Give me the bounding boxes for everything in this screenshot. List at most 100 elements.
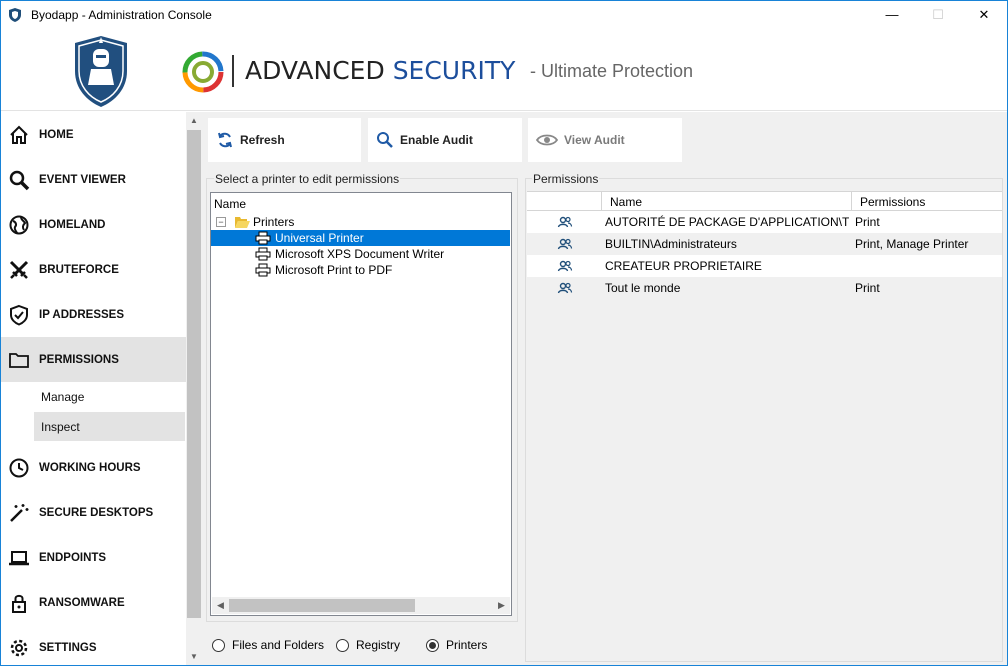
user-group-icon bbox=[557, 238, 573, 250]
globe-icon bbox=[9, 215, 29, 234]
enable-audit-button-label: Enable Audit bbox=[400, 133, 473, 147]
app-header: ADVANCED SECURITY - Ultimate Protection bbox=[1, 28, 1007, 111]
tree-item-label: Universal Printer bbox=[275, 231, 364, 245]
table-row[interactable]: BUILTIN\Administrateurs Print, Manage Pr… bbox=[527, 233, 1002, 255]
radio-label: Registry bbox=[356, 638, 401, 652]
row-name: BUILTIN\Administrateurs bbox=[605, 237, 737, 251]
sidebar-item-label: IP ADDRESSES bbox=[39, 308, 124, 321]
brand-name-advanced: ADVANCED bbox=[245, 56, 385, 85]
sidebar-item-home[interactable]: HOME bbox=[1, 112, 186, 157]
tree-scroll-thumb[interactable] bbox=[229, 599, 415, 612]
eye-icon bbox=[536, 134, 558, 146]
enable-audit-button[interactable]: Enable Audit bbox=[368, 118, 522, 162]
sidebar-item-label: SECURE DESKTOPS bbox=[39, 506, 154, 519]
brand-tagline: - Ultimate Protection bbox=[530, 61, 694, 81]
sidebar-item-label: BRUTEFORCE bbox=[39, 263, 119, 276]
permissions-table: Name Permissions AUTORITÉ DE PACKAGE D'A… bbox=[527, 191, 1002, 661]
sidebar-item-bruteforce[interactable]: BRUTEFORCE bbox=[1, 247, 186, 292]
radio-label: Files and Folders bbox=[232, 638, 325, 652]
tree-root-printers[interactable]: − Printers bbox=[216, 214, 294, 230]
permissions-group-label: Permissions bbox=[532, 172, 600, 186]
table-row[interactable]: Tout le monde Print bbox=[527, 277, 1002, 299]
app-window: Byodapp - Administration Console — ☐ ✕ A… bbox=[0, 0, 1008, 666]
laptop-icon bbox=[9, 550, 29, 565]
tree-root-label: Printers bbox=[253, 215, 295, 229]
sidebar-item-homeland[interactable]: HOMELAND bbox=[1, 202, 186, 247]
row-name: AUTORITÉ DE PACKAGE D'APPLICATION\TOUS L… bbox=[605, 215, 849, 229]
search-icon bbox=[9, 170, 30, 190]
radio-label: Printers bbox=[446, 638, 488, 652]
radio-printers[interactable]: Printers bbox=[426, 638, 487, 652]
row-permissions bbox=[855, 255, 1002, 277]
scroll-up-arrow-icon[interactable]: ▲ bbox=[186, 112, 202, 129]
sidebar-subitem-label: Manage bbox=[41, 389, 85, 404]
lock-icon bbox=[12, 594, 26, 613]
scroll-left-arrow-icon[interactable]: ◀ bbox=[212, 597, 229, 614]
sidebar-item-label: RANSOMWARE bbox=[39, 596, 125, 609]
printer-icon bbox=[255, 247, 271, 261]
main-content: Refresh Enable Audit View Audit Select a… bbox=[202, 112, 1007, 665]
tree-item-universal-printer[interactable]: Universal Printer bbox=[211, 230, 510, 246]
radio-circle[interactable] bbox=[336, 638, 349, 652]
sidebar-item-secure-desktops[interactable]: SECURE DESKTOPS bbox=[1, 490, 186, 535]
sidebar-item-ip-addresses[interactable]: IP ADDRESSES bbox=[1, 292, 186, 337]
user-group-icon bbox=[557, 282, 573, 294]
view-audit-button-label: View Audit bbox=[564, 133, 625, 147]
radio-circle[interactable] bbox=[212, 638, 225, 652]
brand-divider bbox=[232, 55, 234, 87]
sidebar-item-label: HOMELAND bbox=[39, 218, 106, 231]
sidebar-item-working-hours[interactable]: WORKING HOURS bbox=[1, 445, 186, 490]
close-button[interactable]: ✕ bbox=[961, 1, 1007, 28]
minimize-button[interactable]: — bbox=[869, 1, 915, 28]
row-permissions: Print bbox=[855, 281, 880, 295]
radio-registry[interactable]: Registry bbox=[336, 638, 400, 652]
table-row[interactable]: CREATEUR PROPRIETAIRE bbox=[527, 255, 1002, 277]
sidebar-item-label: ENDPOINTS bbox=[39, 551, 107, 564]
view-audit-button[interactable]: View Audit bbox=[528, 118, 682, 162]
row-permissions: Print, Manage Printer bbox=[855, 237, 969, 251]
tree-column-header: Name bbox=[214, 197, 247, 211]
row-name: CREATEUR PROPRIETAIRE bbox=[605, 259, 762, 273]
printer-icon bbox=[255, 263, 271, 277]
magic-wand-icon bbox=[10, 503, 29, 522]
sidebar-item-ransomware[interactable]: RANSOMWARE bbox=[1, 580, 186, 625]
radio-dot bbox=[429, 641, 436, 649]
tree-horizontal-scrollbar[interactable]: ◀ ▶ bbox=[212, 597, 510, 614]
title-bar: Byodapp - Administration Console — ☐ ✕ bbox=[1, 1, 1007, 28]
printer-tree[interactable]: Name − Printers Universal Printer Micros… bbox=[210, 192, 512, 616]
sidebar-item-event-viewer[interactable]: EVENT VIEWER bbox=[1, 157, 186, 202]
clock-icon bbox=[9, 458, 29, 477]
column-header-permissions[interactable]: Permissions bbox=[851, 192, 1002, 211]
printer-icon bbox=[255, 231, 271, 245]
sidebar-scroll-thumb[interactable] bbox=[187, 130, 201, 618]
sidebar-item-label: PERMISSIONS bbox=[39, 353, 119, 366]
refresh-button[interactable]: Refresh bbox=[208, 118, 361, 162]
column-header-name[interactable]: Name bbox=[601, 192, 851, 211]
sidebar-nav: HOME EVENT VIEWER HOMELAND BRUTEFORCE IP… bbox=[1, 112, 186, 665]
row-name: Tout le monde bbox=[605, 281, 681, 295]
refresh-button-label: Refresh bbox=[240, 133, 285, 147]
sidebar-item-endpoints[interactable]: ENDPOINTS bbox=[1, 535, 186, 580]
app-shield-icon bbox=[9, 7, 21, 22]
table-row[interactable]: AUTORITÉ DE PACKAGE D'APPLICATION\TOUS L… bbox=[527, 211, 1002, 233]
tree-item-microsoft-print-to-pdf[interactable]: Microsoft Print to PDF bbox=[255, 262, 392, 278]
scroll-down-arrow-icon[interactable]: ▼ bbox=[186, 648, 202, 665]
sidebar-subitem-manage[interactable]: Manage bbox=[34, 382, 185, 411]
maximize-button[interactable]: ☐ bbox=[915, 1, 961, 28]
sidebar-subitem-inspect[interactable]: Inspect bbox=[34, 412, 185, 441]
scroll-right-arrow-icon[interactable]: ▶ bbox=[493, 597, 510, 614]
sidebar-item-label: EVENT VIEWER bbox=[39, 173, 126, 186]
collapse-toggle-icon[interactable]: − bbox=[216, 217, 226, 227]
tree-item-label: Microsoft XPS Document Writer bbox=[275, 247, 445, 261]
sidebar-scrollbar[interactable]: ▲ ▼ bbox=[186, 112, 202, 665]
brand-name-security: SECURITY bbox=[392, 56, 516, 85]
radio-circle-selected[interactable] bbox=[426, 638, 439, 652]
sidebar-item-settings[interactable]: SETTINGS bbox=[1, 625, 186, 670]
printer-selector-label: Select a printer to edit permissions bbox=[214, 172, 401, 186]
tree-item-microsoft-xps-document-writer[interactable]: Microsoft XPS Document Writer bbox=[255, 246, 444, 262]
crossed-swords-icon bbox=[9, 260, 29, 279]
permissions-table-header: Name Permissions bbox=[527, 191, 1002, 211]
radio-files-and-folders[interactable]: Files and Folders bbox=[212, 638, 324, 652]
sidebar-item-label: SETTINGS bbox=[39, 641, 97, 654]
sidebar-item-permissions[interactable]: PERMISSIONS bbox=[1, 337, 186, 382]
